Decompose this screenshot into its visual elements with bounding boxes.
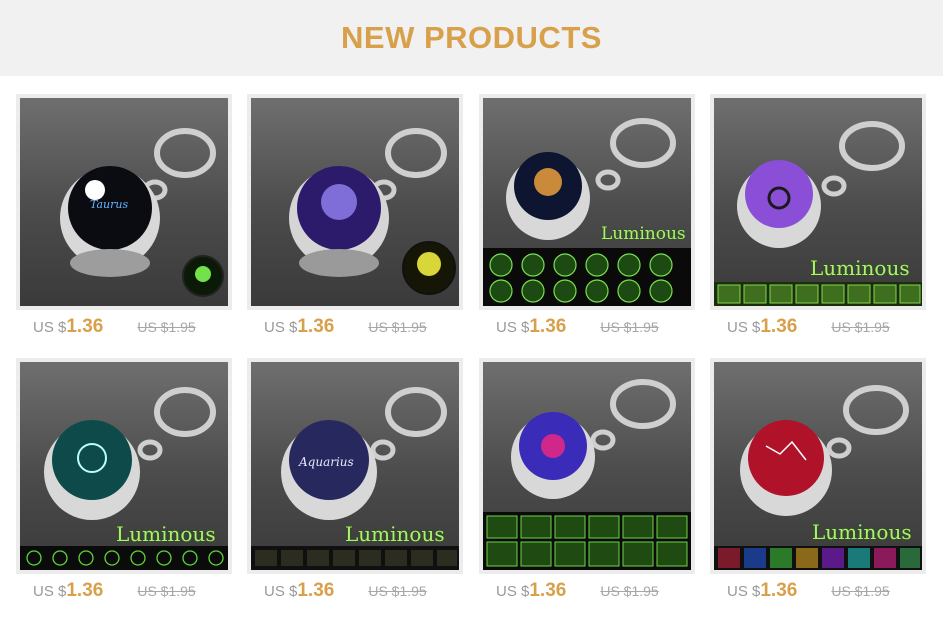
price: US $1.36	[496, 580, 567, 601]
keychain-illustration	[483, 379, 691, 570]
product-image[interactable]: Taurus	[16, 94, 232, 310]
product-image[interactable]: Luminous	[16, 358, 232, 574]
keychain-illustration	[483, 118, 691, 306]
price: US $1.36	[33, 580, 104, 601]
section-title: NEW PRODUCTS	[341, 20, 602, 55]
luminous-label: Luminous	[812, 520, 912, 544]
original-price: US $1.95	[600, 319, 659, 335]
original-price: US $1.95	[831, 583, 890, 599]
product-image[interactable]	[247, 94, 463, 310]
product-image[interactable]: Luminous	[479, 94, 695, 310]
price: US $1.36	[264, 580, 335, 601]
product-image[interactable]: Aquarius Luminous	[247, 358, 463, 574]
price: US $1.36	[33, 316, 104, 337]
original-price: US $1.95	[368, 319, 427, 335]
price: US $1.36	[727, 580, 798, 601]
original-price: US $1.95	[137, 583, 196, 599]
product-image[interactable]: Luminous	[710, 358, 926, 574]
price: US $1.36	[496, 316, 567, 337]
luminous-label: Luminous	[116, 522, 216, 546]
product-image[interactable]	[479, 358, 695, 574]
luminous-label: Luminous	[601, 224, 686, 244]
keychain-illustration: Taurus	[60, 128, 224, 297]
original-price: US $1.95	[368, 583, 427, 599]
price: US $1.36	[727, 316, 798, 337]
keychain-illustration	[289, 128, 456, 295]
original-price: US $1.95	[600, 583, 659, 599]
luminous-label: Luminous	[810, 256, 910, 280]
product-image[interactable]: Luminous	[710, 94, 926, 310]
original-price: US $1.95	[831, 319, 890, 335]
price: US $1.36	[264, 316, 335, 337]
svg-text:Aquarius: Aquarius	[298, 455, 354, 469]
original-price: US $1.95	[137, 319, 196, 335]
section-header: NEW PRODUCTS	[0, 0, 943, 76]
luminous-label: Luminous	[345, 522, 445, 546]
